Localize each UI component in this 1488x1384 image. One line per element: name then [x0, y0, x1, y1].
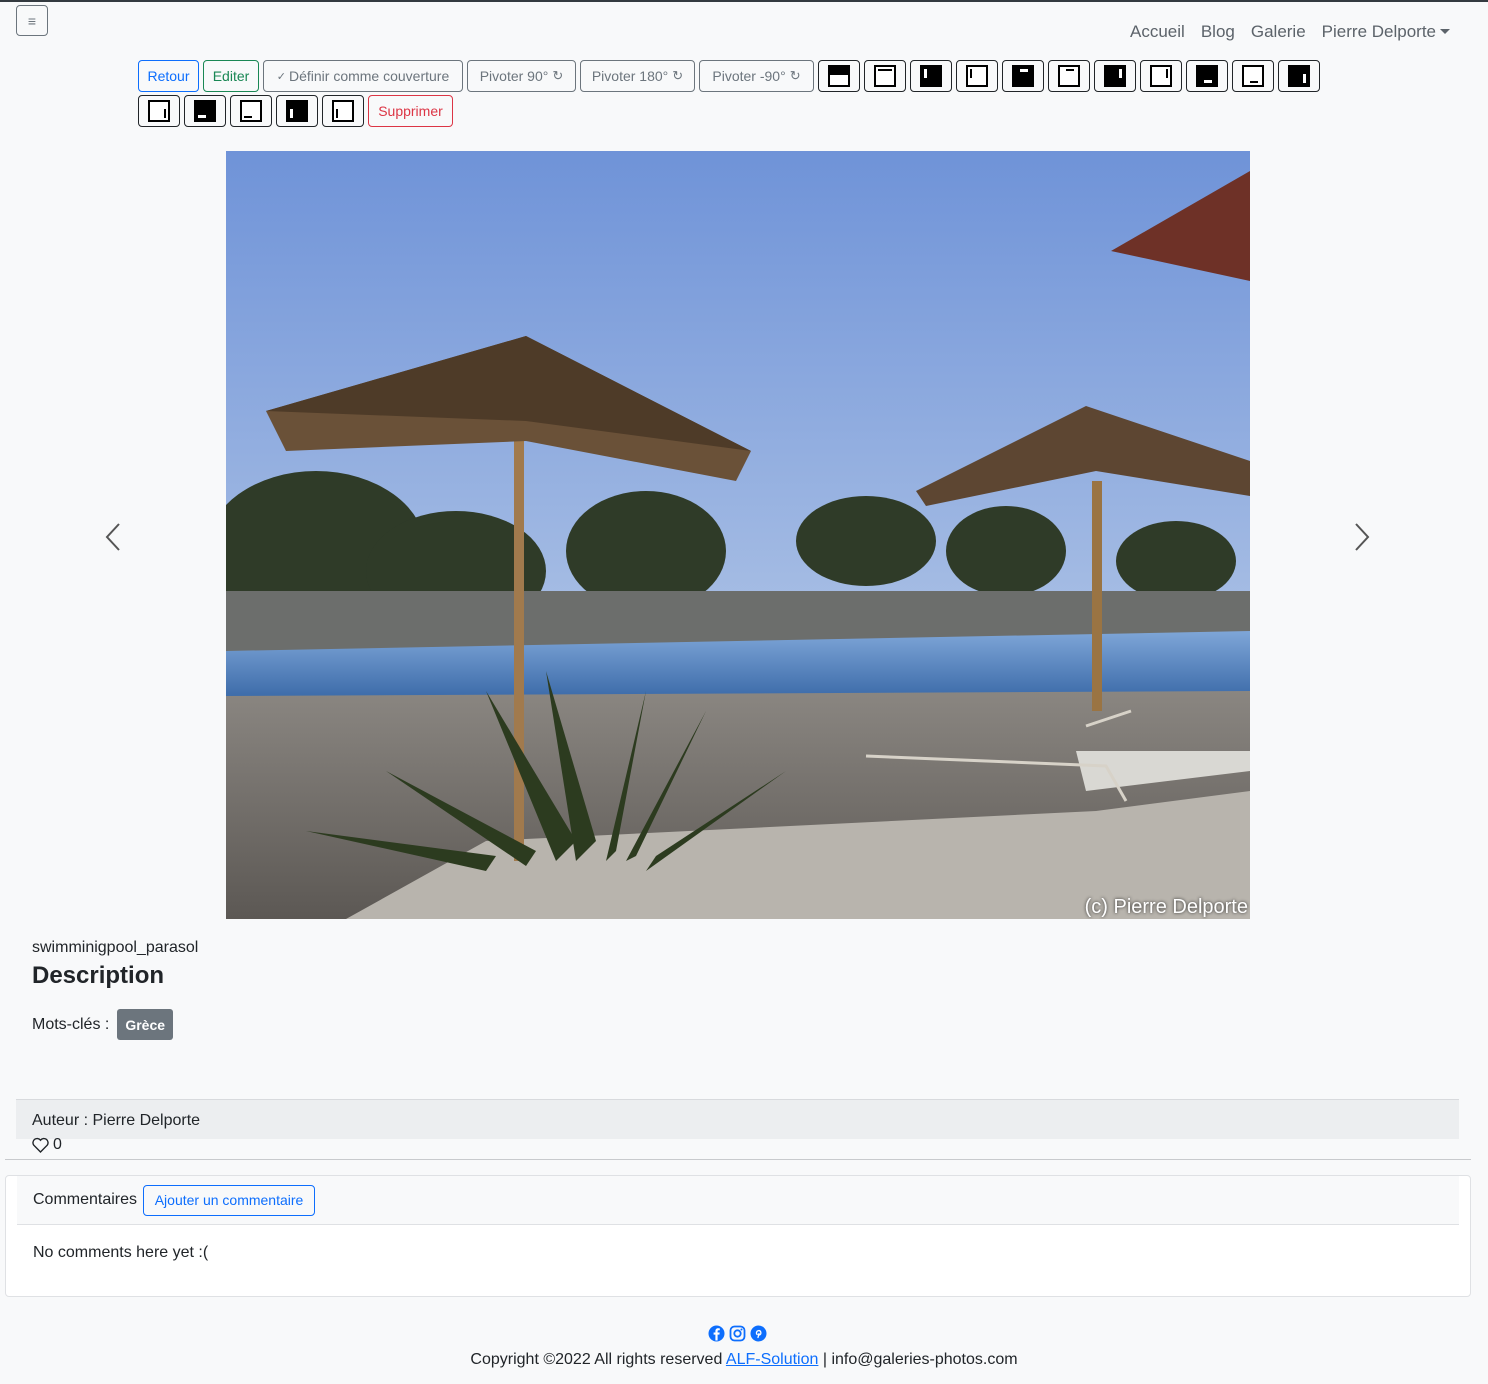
previous-arrow-icon[interactable] [104, 522, 124, 552]
crop-top-outline-icon [874, 65, 896, 87]
crop-right-outline-button[interactable] [1140, 60, 1182, 92]
set-cover-label: Définir comme couverture [288, 68, 450, 84]
heart-icon[interactable] [32, 1137, 49, 1153]
crop-right-filled-icon [1104, 65, 1126, 87]
crop-bottom-center-outline-icon [240, 100, 262, 122]
copyright: Copyright ©2022 All rights reserved ALF-… [0, 1351, 1488, 1369]
photo-toolbar: Retour Editer ✓ Définir comme couverture … [138, 60, 1338, 130]
user-menu[interactable]: Pierre Delporte [1322, 20, 1450, 44]
rotate-minus-90-button[interactable]: Pivoter -90° ↻ [699, 60, 814, 92]
hamburger-icon: ≡ [27, 12, 37, 29]
crop-left-full-outline-button[interactable] [322, 95, 364, 127]
check-icon: ✓ [276, 70, 286, 83]
rotate-180-label: Pivoter 180° [591, 68, 669, 84]
crop-bottom-outline-button[interactable] [1232, 60, 1274, 92]
facebook-icon[interactable] [708, 1325, 725, 1342]
author-label: Auteur : Pierre Delporte [32, 1112, 201, 1129]
likes-count: 0 [53, 1136, 62, 1153]
rotate-minus-90-label: Pivoter -90° [712, 68, 786, 84]
pinterest-icon[interactable] [750, 1325, 767, 1342]
crop-right-full-filled-icon [1288, 65, 1310, 87]
crop-bottom-outline-icon [1242, 65, 1264, 87]
crop-left-full-filled-button[interactable] [276, 95, 318, 127]
crop-right-full-outline-button[interactable] [138, 95, 180, 127]
edit-button[interactable]: Editer [203, 60, 259, 92]
photo-filename: swimminigpool_parasol [32, 939, 199, 956]
instagram-icon[interactable] [729, 1325, 746, 1342]
comments-empty-message: No comments here yet :( [33, 1244, 209, 1261]
top-nav: Accueil Blog Galerie Pierre Delporte [1130, 20, 1450, 44]
crop-right-filled-button[interactable] [1094, 60, 1136, 92]
comments-title: Commentaires [33, 1191, 138, 1208]
crop-bottom-filled-button[interactable] [1186, 60, 1228, 92]
back-button[interactable]: Retour [138, 60, 199, 92]
crop-left-full-filled-icon [286, 100, 308, 122]
photo-watermark: (c) Pierre Delporte [1084, 896, 1248, 918]
crop-left-filled-button[interactable] [910, 60, 952, 92]
set-cover-button[interactable]: ✓ Définir comme couverture [263, 60, 463, 92]
social-icons [708, 1325, 767, 1342]
nav-link-galerie[interactable]: Galerie [1251, 20, 1306, 44]
comments-card: Commentaires Ajouter un commentaire No c… [5, 1175, 1471, 1297]
description-heading: Description [32, 962, 165, 989]
crop-bottom-center-filled-button[interactable] [184, 95, 226, 127]
crop-right-full-outline-icon [148, 100, 170, 122]
rotate-90-label: Pivoter 90° [479, 68, 549, 84]
keywords-label: Mots-clés : [32, 1015, 110, 1033]
crop-top-center-outline-button[interactable] [1048, 60, 1090, 92]
copyright-text: Copyright ©2022 All rights reserved [470, 1351, 723, 1368]
crop-left-outline-icon [966, 65, 988, 87]
rotate-icon: ↻ [789, 68, 801, 83]
crop-bottom-filled-icon [1196, 65, 1218, 87]
delete-button[interactable]: Supprimer [368, 95, 453, 127]
keyword-badge[interactable]: Grèce [117, 1009, 174, 1040]
photo: (c) Pierre Delporte [226, 151, 1250, 919]
crop-right-full-filled-button[interactable] [1278, 60, 1320, 92]
rotate-180-button[interactable]: Pivoter 180° ↻ [580, 60, 695, 92]
menu-toggle-button[interactable]: ≡ [16, 5, 48, 36]
crop-left-full-outline-icon [332, 100, 354, 122]
user-name: Pierre Delporte [1321, 22, 1436, 41]
crop-top-center-filled-button[interactable] [1002, 60, 1044, 92]
rotate-90-button[interactable]: Pivoter 90° ↻ [467, 60, 576, 92]
contact-email: | info@galeries-photos.com [822, 1351, 1018, 1368]
keywords-row: Mots-clés : Grèce [32, 1009, 174, 1040]
likes: 0 [32, 1136, 62, 1154]
crop-top-filled-icon [828, 65, 850, 87]
crop-bottom-center-filled-icon [194, 100, 216, 122]
comments-header: Commentaires Ajouter un commentaire [17, 1176, 1459, 1225]
add-comment-button[interactable]: Ajouter un commentaire [143, 1184, 316, 1216]
crop-left-outline-button[interactable] [956, 60, 998, 92]
caret-down-icon [1440, 29, 1450, 34]
author-bar: Auteur : Pierre Delporte [16, 1099, 1459, 1139]
rotate-icon: ↻ [672, 68, 684, 83]
crop-right-outline-icon [1150, 65, 1172, 87]
crop-top-outline-button[interactable] [864, 60, 906, 92]
company-link[interactable]: ALF-Solution [726, 1351, 819, 1368]
crop-left-filled-icon [920, 65, 942, 87]
crop-top-center-filled-icon [1012, 65, 1034, 87]
crop-top-filled-button[interactable] [818, 60, 860, 92]
nav-link-blog[interactable]: Blog [1201, 20, 1235, 44]
rotate-icon: ↻ [552, 68, 564, 83]
divider [5, 1159, 1471, 1160]
crop-top-center-outline-icon [1058, 65, 1080, 87]
crop-bottom-center-outline-button[interactable] [230, 95, 272, 127]
nav-link-accueil[interactable]: Accueil [1130, 20, 1185, 44]
next-arrow-icon[interactable] [1351, 522, 1371, 552]
